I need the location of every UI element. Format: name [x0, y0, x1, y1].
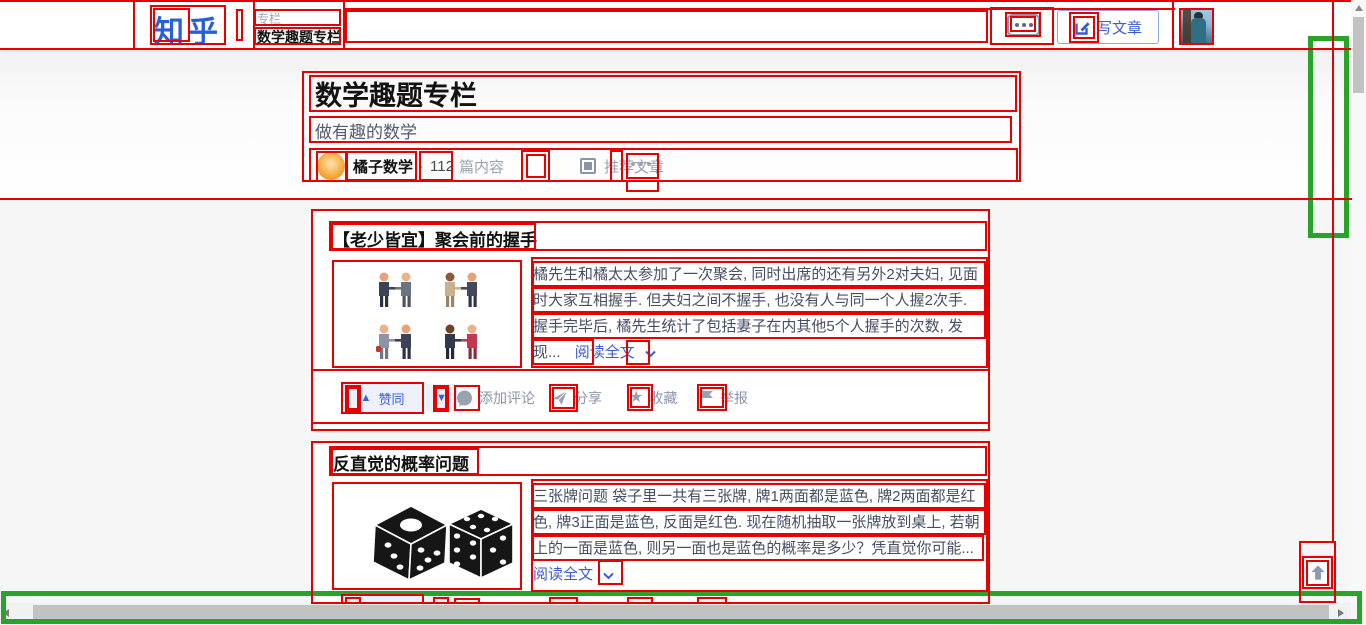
- column-author-avatar[interactable]: [317, 152, 345, 180]
- dot-icon: [1029, 23, 1033, 27]
- more-options-button[interactable]: [1007, 14, 1040, 36]
- breadcrumb-column-title[interactable]: 数学趣题专栏: [257, 27, 341, 47]
- dot-icon: [1015, 23, 1019, 27]
- scroll-right-arrow[interactable]: [1338, 609, 1344, 617]
- arrow-up-icon: [1308, 563, 1328, 583]
- scroll-up-arrow[interactable]: [1355, 5, 1363, 11]
- dot-icon: [647, 162, 651, 166]
- excerpt-line: 色, 牌3正面是蓝色, 反面是红色. 现在随机抽取一张牌放到桌上, 若朝: [533, 510, 989, 536]
- recommend-icon: [580, 158, 596, 174]
- excerpt-line: 时大家互相握手. 但夫妇之间不握手, 也没有人与同一个人握2次手.: [533, 288, 989, 314]
- favorite-button[interactable]: ★ 收藏: [629, 388, 677, 408]
- article-thumbnail-handshake[interactable]: [332, 260, 522, 368]
- top-navbar: 知乎 专栏 数学趣题专栏 写文章: [0, 0, 1366, 50]
- avatar-tree-shape: [1183, 9, 1191, 45]
- column-more-button[interactable]: [631, 162, 651, 166]
- excerpt-line: 握手完毕后, 橘先生统计了包括妻子在内其他5个人握手的次数, 发: [533, 314, 989, 340]
- flag-icon: [699, 390, 714, 406]
- report-button[interactable]: 举报: [699, 388, 748, 408]
- add-comment-button[interactable]: 添加评论: [456, 388, 535, 408]
- comment-bubble-icon: [456, 390, 473, 407]
- column-title: 数学趣题专栏: [315, 74, 477, 113]
- dot-icon: [1022, 23, 1026, 27]
- write-article-label: 写文章: [1097, 17, 1142, 38]
- column-header: 数学趣题专栏 做有趣的数学 橘子数学 · 112 篇内容 推荐文章: [0, 50, 1366, 200]
- user-avatar[interactable]: [1180, 9, 1214, 45]
- add-comment-label: 添加评论: [479, 388, 535, 408]
- article-count: 112: [430, 158, 454, 175]
- recommend-label: 推荐文章: [604, 156, 664, 177]
- star-icon: ★: [629, 390, 643, 406]
- vertical-scrollbar[interactable]: [1351, 0, 1366, 625]
- paper-plane-icon: [551, 390, 568, 406]
- share-label: 分享: [574, 388, 602, 408]
- zhihu-logo[interactable]: 知乎: [154, 7, 222, 51]
- article-excerpt: 三张牌问题 袋子里一共有三张牌, 牌1两面都是蓝色, 牌2两面都是红 色, 牌3…: [533, 484, 989, 588]
- article-excerpt: 橘先生和橘太太参加了一次聚会, 同时出席的还有另外2对夫妇, 见面 时大家互相握…: [533, 262, 989, 366]
- back-to-top-button[interactable]: [1302, 556, 1333, 589]
- excerpt-line: 三张牌问题 袋子里一共有三张牌, 牌1两面都是蓝色, 牌2两面都是红: [533, 484, 989, 510]
- article-card-probability: 反直觉的概率问题: [311, 442, 990, 625]
- article-count-unit: 篇内容: [459, 156, 504, 177]
- dot-icon: [639, 162, 643, 166]
- read-more-link[interactable]: 阅读全文: [575, 344, 635, 361]
- article-title[interactable]: 反直觉的概率问题: [333, 450, 469, 475]
- read-more-link[interactable]: 阅读全文: [533, 566, 593, 583]
- article-thumbnail-dice[interactable]: [332, 482, 522, 590]
- avatar-person-shape: [1191, 18, 1206, 45]
- excerpt-line: 橘先生和橘太太参加了一次聚会, 同时出席的还有另外2对夫妇, 见面: [533, 262, 989, 288]
- horizontal-scrollbar-thumb[interactable]: [33, 605, 1329, 620]
- excerpt-line: 上的一面是蓝色, 则另一面也是蓝色的概率是多少？凭直觉你可能...: [533, 536, 989, 562]
- column-subtitle: 做有趣的数学: [315, 118, 417, 143]
- chevron-down-icon[interactable]: [645, 341, 656, 367]
- breadcrumb-section-label[interactable]: 专栏: [257, 10, 281, 27]
- recommend-articles-button[interactable]: 推荐文章: [580, 156, 664, 177]
- upvote-triangle-icon: ▲: [361, 392, 372, 404]
- article-title[interactable]: 【老少皆宜】聚会前的握手: [333, 226, 537, 251]
- chevron-down-icon[interactable]: [603, 563, 614, 589]
- article-card-handshake: 【老少皆宜】聚会前的握手: [311, 210, 990, 431]
- write-article-button[interactable]: 写文章: [1057, 10, 1159, 44]
- write-pencil-icon: [1074, 19, 1091, 36]
- upvote-button[interactable]: ▲ 赞同: [343, 384, 422, 412]
- excerpt-last-line: 现... 阅读全文: [533, 340, 989, 366]
- downvote-button[interactable]: ▼: [426, 384, 457, 412]
- scrollbar-corner: [1351, 603, 1366, 625]
- dot-icon: [631, 162, 635, 166]
- downvote-triangle-icon: ▼: [436, 392, 447, 404]
- article-action-bar: ▲ 赞同 ▼ 添加评论 分享 ★ 收藏 举报: [311, 384, 990, 430]
- upvote-label: 赞同: [378, 389, 404, 408]
- scroll-left-arrow[interactable]: [3, 609, 9, 617]
- excerpt-line-tail: 现...: [533, 344, 561, 361]
- report-label: 举报: [720, 388, 748, 408]
- dice-illustration: [333, 483, 522, 590]
- column-author-name[interactable]: 橘子数学: [353, 156, 413, 177]
- excerpt-last-line: 阅读全文: [533, 562, 989, 588]
- zhihu-column-page: 知乎 专栏 数学趣题专栏 写文章 数学趣题专栏 做有趣的数学: [0, 0, 1366, 625]
- handshake-illustration: [333, 261, 522, 368]
- column-meta-row: 橘子数学 · 112 篇内容 推荐文章: [317, 151, 664, 181]
- meta-separator: ·: [419, 158, 424, 175]
- nav-divider: [239, 11, 240, 39]
- vertical-scrollbar-thumb[interactable]: [1353, 17, 1364, 93]
- horizontal-scrollbar[interactable]: [0, 603, 1351, 622]
- favorite-label: 收藏: [649, 388, 677, 408]
- share-button[interactable]: 分享: [551, 388, 602, 408]
